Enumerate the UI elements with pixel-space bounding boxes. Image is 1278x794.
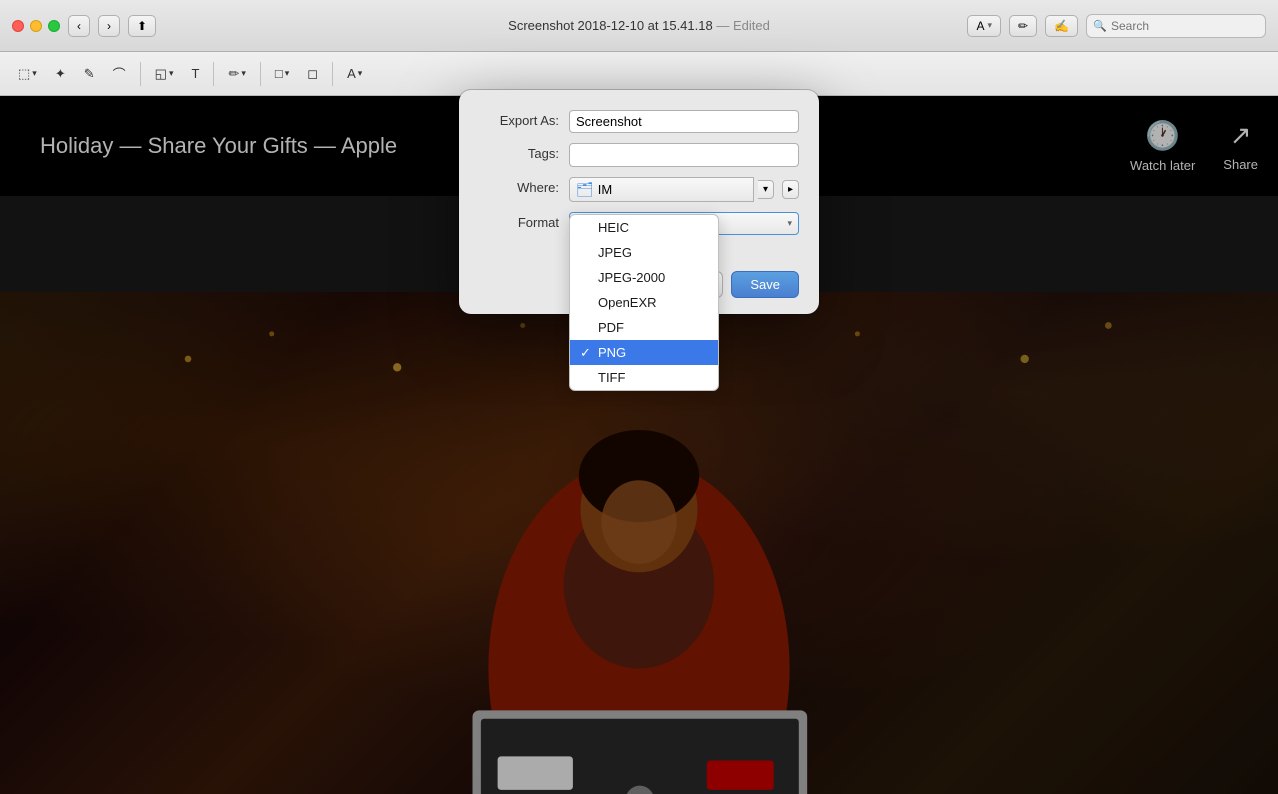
save-button[interactable]: Save <box>731 271 799 298</box>
format-jpeg-label: JPEG <box>598 245 632 260</box>
format-option-pdf[interactable]: PDF <box>570 315 718 340</box>
format-png-label: PNG <box>598 345 626 360</box>
search-icon: 🔍 <box>1093 19 1107 32</box>
markup-button[interactable]: ✏ <box>1009 15 1037 37</box>
toolbar-separator-4 <box>332 62 333 86</box>
title-edited: — Edited <box>716 18 769 33</box>
format-pdf-label: PDF <box>598 320 624 335</box>
export-as-row: Export As: <box>479 110 799 133</box>
export-as-label: Export As: <box>479 110 569 128</box>
toolbar-separator-2 <box>213 62 214 86</box>
titlebar: ‹ › ⬆ Screenshot 2018-12-10 at 15.41.18 … <box>0 0 1278 52</box>
font-chevron-icon: ▾ <box>987 20 992 31</box>
forward-button[interactable]: › <box>98 15 120 37</box>
format-option-heic[interactable]: HEIC <box>570 215 718 240</box>
share-toolbar-button[interactable]: ⬆ <box>128 15 156 37</box>
tags-input[interactable] <box>569 143 799 167</box>
format-label: Format <box>479 212 569 230</box>
format-option-tiff[interactable]: TIFF <box>570 365 718 390</box>
border-tool[interactable]: □▾ <box>269 62 295 85</box>
export-dialog: Export As: Tags: Where: 🗂 IM ▾ ▸ Format … <box>459 90 819 314</box>
fill-tool[interactable]: ◻ <box>301 62 324 86</box>
signature-button[interactable]: ✍ <box>1045 15 1078 37</box>
format-option-jpeg[interactable]: JPEG <box>570 240 718 265</box>
selection-tool[interactable]: ⬚▾ <box>12 62 43 86</box>
where-label: Where: <box>479 177 569 195</box>
search-wrapper: 🔍 <box>1086 14 1266 38</box>
where-row-content: 🗂 IM ▾ ▸ <box>569 177 799 202</box>
close-button[interactable] <box>12 20 24 32</box>
maximize-button[interactable] <box>48 20 60 32</box>
annotate-tool[interactable]: ✏▾ <box>222 62 251 86</box>
format-option-png[interactable]: ✓ PNG <box>570 340 718 365</box>
format-chevron-icon: ▾ <box>787 218 792 229</box>
format-row: Format PNG ▾ HEIC JPEG JPEG-2000 OpenEXR… <box>479 212 799 235</box>
text-tool[interactable]: T <box>185 62 205 85</box>
format-dropdown: HEIC JPEG JPEG-2000 OpenEXR PDF ✓ PNG TI… <box>569 214 719 391</box>
back-button[interactable]: ‹ <box>68 15 90 37</box>
format-heic-label: HEIC <box>598 220 629 235</box>
where-dropdown-arrow[interactable]: ▾ <box>758 180 774 199</box>
where-expand-button[interactable]: ▸ <box>782 180 799 199</box>
titlebar-right: A ▾ ✏ ✍ 🔍 <box>967 14 1266 38</box>
titlebar-left: ‹ › ⬆ <box>12 15 156 37</box>
sketch-tool[interactable]: ✎ <box>78 62 101 86</box>
font-icon: A <box>976 19 984 33</box>
format-option-jpeg2000[interactable]: JPEG-2000 <box>570 265 718 290</box>
toolbar-separator-3 <box>260 62 261 86</box>
shapes-tool[interactable]: ◱▾ <box>149 62 180 86</box>
where-value: IM <box>598 182 612 197</box>
toolbar-separator-1 <box>140 62 141 86</box>
draw-tool[interactable]: ⌒ <box>107 60 132 87</box>
export-as-input[interactable] <box>569 110 799 133</box>
search-input[interactable] <box>1086 14 1266 38</box>
format-selected-checkmark: ✓ <box>580 345 591 361</box>
adjust-tool[interactable]: ✦ <box>49 62 72 86</box>
where-select[interactable]: 🗂 IM <box>569 177 754 202</box>
window-title: Screenshot 2018-12-10 at 15.41.18 — Edit… <box>508 18 770 33</box>
tags-label: Tags: <box>479 143 569 161</box>
format-jpeg2000-label: JPEG-2000 <box>598 270 665 285</box>
title-filename: Screenshot 2018-12-10 at 15.41.18 <box>508 18 713 33</box>
font-size-tool[interactable]: A▾ <box>341 62 368 85</box>
format-option-openexr[interactable]: OpenEXR <box>570 290 718 315</box>
folder-icon: 🗂 <box>576 181 594 198</box>
font-button[interactable]: A ▾ <box>967 15 1001 37</box>
minimize-button[interactable] <box>30 20 42 32</box>
where-row: Where: 🗂 IM ▾ ▸ <box>479 177 799 202</box>
tags-row: Tags: <box>479 143 799 167</box>
format-tiff-label: TIFF <box>598 370 625 385</box>
format-openexr-label: OpenEXR <box>598 295 657 310</box>
traffic-lights <box>12 20 60 32</box>
